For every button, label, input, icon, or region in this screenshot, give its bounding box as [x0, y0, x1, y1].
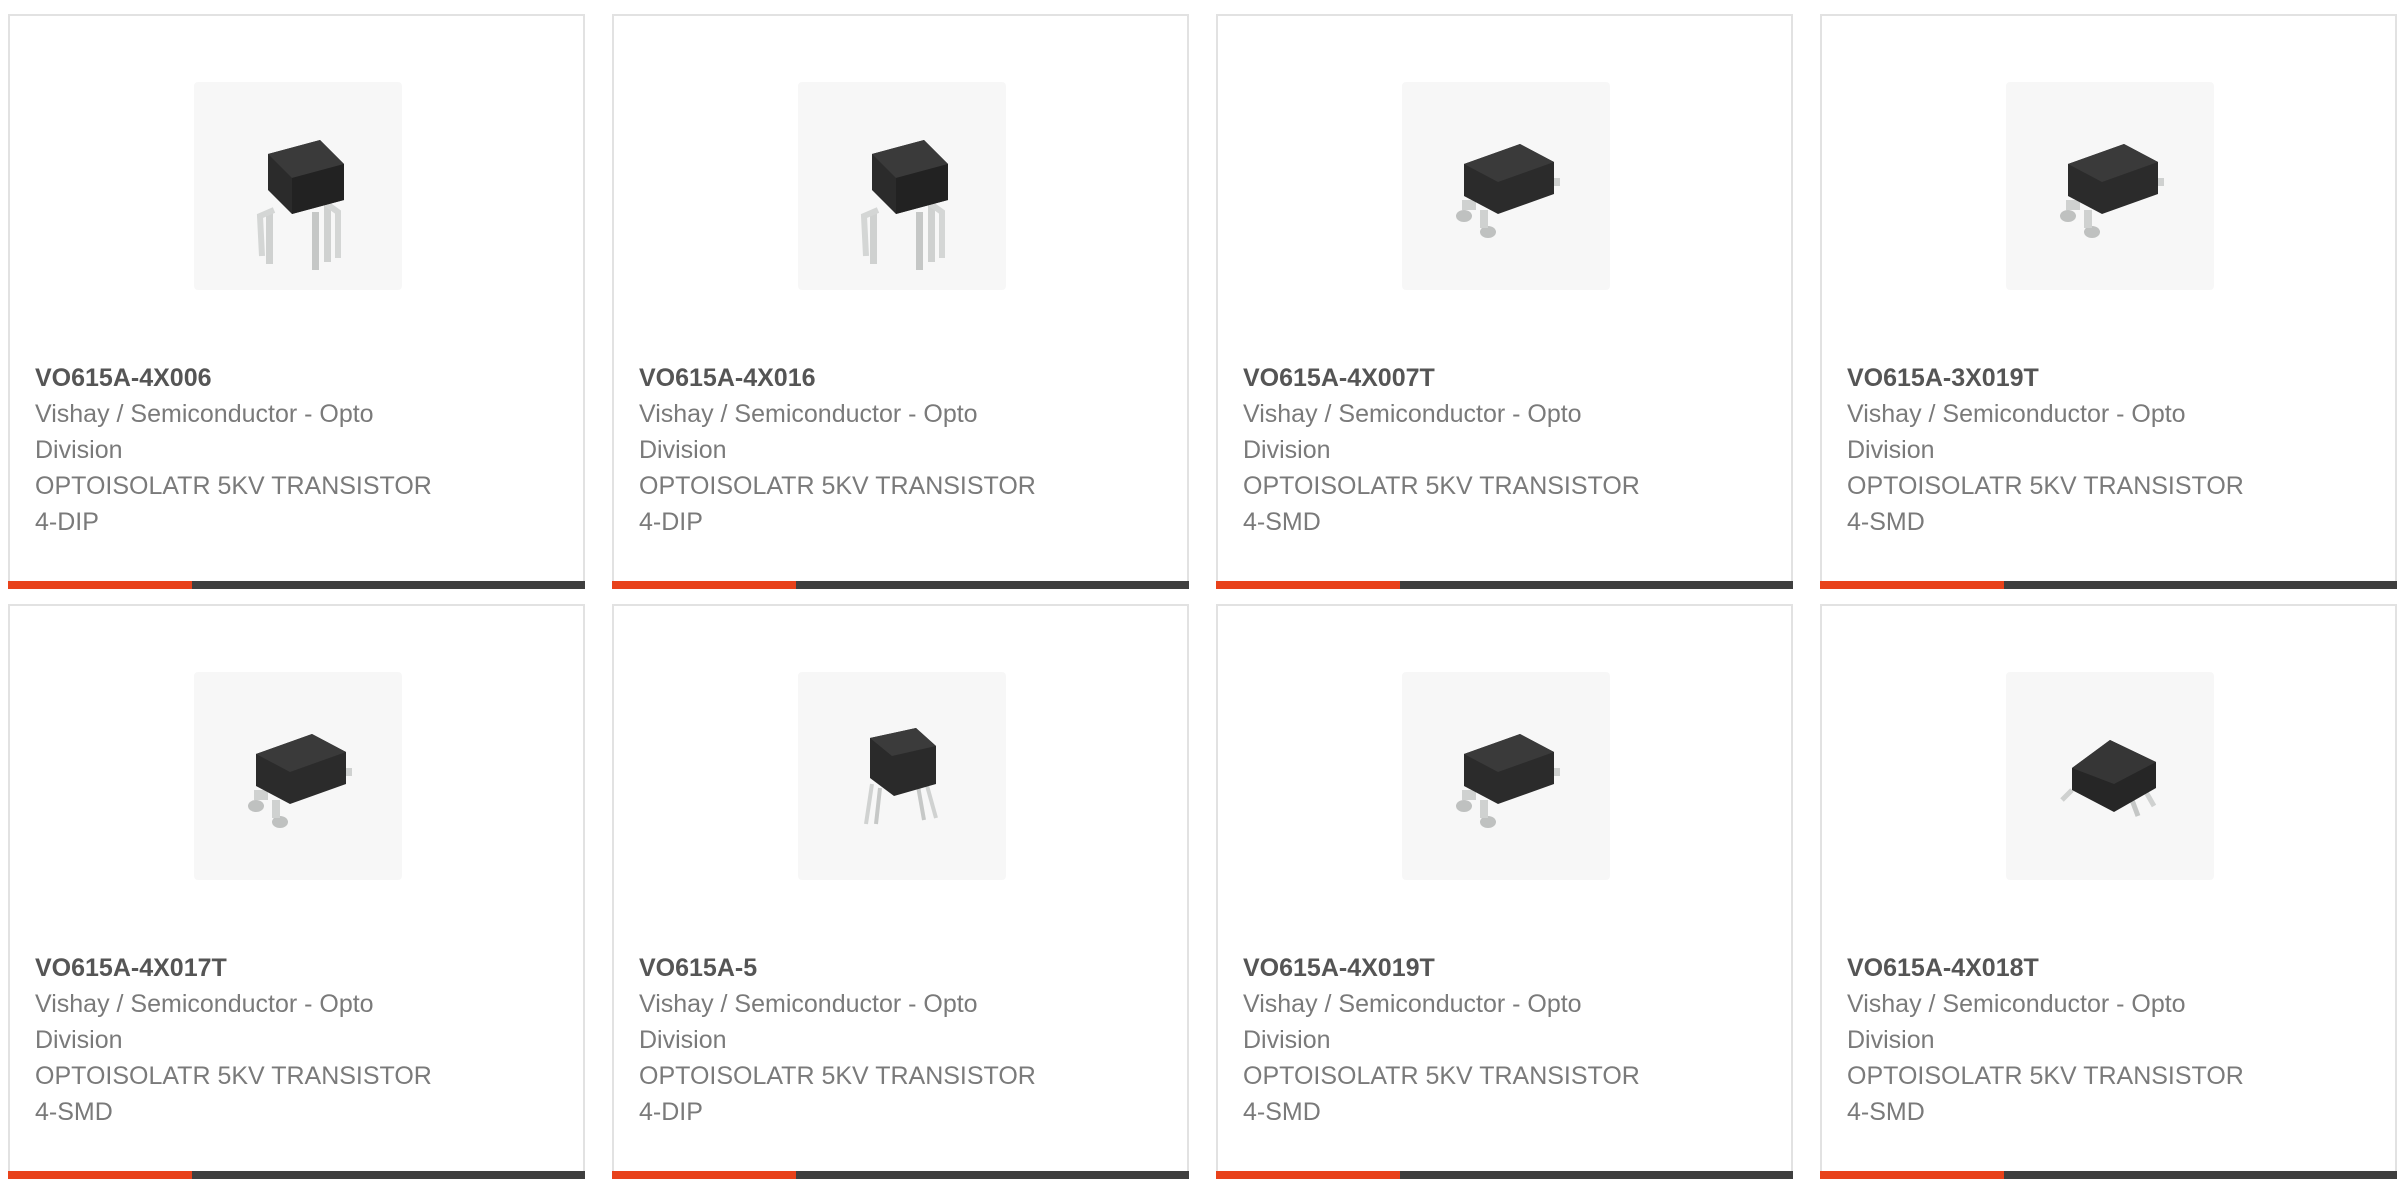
description: OPTOISOLATR 5KV TRANSISTOR 4-DIP [639, 1062, 1036, 1126]
description: OPTOISOLATR 5KV TRANSISTOR 4-SMD [1847, 472, 2244, 536]
product-text: VO615A-4X007T Vishay / Semiconductor - O… [1243, 360, 1663, 540]
card-footer-bar [1820, 1171, 2397, 1179]
product-image[interactable] [2006, 82, 2214, 290]
description: OPTOISOLATR 5KV TRANSISTOR 4-DIP [35, 472, 432, 536]
smd-optocoupler-icon [2060, 144, 2164, 238]
product-image[interactable] [2006, 672, 2214, 880]
card-accent-bar [1216, 1171, 1400, 1179]
manufacturer: Vishay / Semiconductor - Opto Division [639, 400, 978, 464]
smd-optocoupler-icon [1456, 734, 1560, 828]
part-number-link[interactable]: VO615A-4X019T [1243, 950, 1663, 986]
manufacturer: Vishay / Semiconductor - Opto Division [1847, 990, 2186, 1054]
card-footer-bar [8, 581, 585, 589]
card-accent-bar [8, 581, 192, 589]
dip-optocoupler-icon [256, 140, 344, 270]
description: OPTOISOLATR 5KV TRANSISTOR 4-SMD [35, 1062, 432, 1126]
product-card[interactable]: VO615A-4X017T Vishay / Semiconductor - O… [8, 604, 585, 1179]
description: OPTOISOLATR 5KV TRANSISTOR 4-SMD [1243, 472, 1640, 536]
product-text: VO615A-5 Vishay / Semiconductor - Opto D… [639, 950, 1059, 1130]
product-text: VO615A-4X016 Vishay / Semiconductor - Op… [639, 360, 1059, 540]
card-footer-bar [612, 1171, 1189, 1179]
part-number-link[interactable]: VO615A-4X017T [35, 950, 455, 986]
product-image[interactable] [1402, 672, 1610, 880]
part-number-link[interactable]: VO615A-4X007T [1243, 360, 1663, 396]
product-card[interactable]: VO615A-5 Vishay / Semiconductor - Opto D… [612, 604, 1189, 1179]
product-image[interactable] [798, 672, 1006, 880]
product-card[interactable]: VO615A-4X019T Vishay / Semiconductor - O… [1216, 604, 1793, 1179]
product-card[interactable]: VO615A-3X019T Vishay / Semiconductor - O… [1820, 14, 2397, 589]
product-text: VO615A-4X006 Vishay / Semiconductor - Op… [35, 360, 455, 540]
product-image[interactable] [194, 82, 402, 290]
smd-optocoupler-icon [248, 734, 352, 828]
description: OPTOISOLATR 5KV TRANSISTOR 4-SMD [1243, 1062, 1640, 1126]
product-text: VO615A-4X018T Vishay / Semiconductor - O… [1847, 950, 2267, 1130]
manufacturer: Vishay / Semiconductor - Opto Division [639, 990, 978, 1054]
card-footer-bar [612, 581, 1189, 589]
product-text: VO615A-4X019T Vishay / Semiconductor - O… [1243, 950, 1663, 1130]
card-accent-bar [1820, 1171, 2004, 1179]
manufacturer: Vishay / Semiconductor - Opto Division [1243, 990, 1582, 1054]
part-number-link[interactable]: VO615A-4X006 [35, 360, 455, 396]
product-card[interactable]: VO615A-4X007T Vishay / Semiconductor - O… [1216, 14, 1793, 589]
small-dip-optocoupler-icon [864, 728, 938, 825]
smd-optocoupler-icon [2060, 740, 2157, 817]
manufacturer: Vishay / Semiconductor - Opto Division [1243, 400, 1582, 464]
card-accent-bar [1820, 581, 2004, 589]
card-footer-bar [1820, 581, 2397, 589]
manufacturer: Vishay / Semiconductor - Opto Division [35, 400, 374, 464]
card-accent-bar [612, 581, 796, 589]
product-image[interactable] [1402, 82, 1610, 290]
description: OPTOISOLATR 5KV TRANSISTOR 4-SMD [1847, 1062, 2244, 1126]
part-number-link[interactable]: VO615A-4X018T [1847, 950, 2267, 986]
product-card[interactable]: VO615A-4X018T Vishay / Semiconductor - O… [1820, 604, 2397, 1179]
card-accent-bar [612, 1171, 796, 1179]
manufacturer: Vishay / Semiconductor - Opto Division [35, 990, 374, 1054]
part-number-link[interactable]: VO615A-4X016 [639, 360, 1059, 396]
product-text: VO615A-3X019T Vishay / Semiconductor - O… [1847, 360, 2267, 540]
card-footer-bar [1216, 581, 1793, 589]
smd-optocoupler-icon [1456, 144, 1560, 238]
product-card[interactable]: VO615A-4X016 Vishay / Semiconductor - Op… [612, 14, 1189, 589]
dip-optocoupler-icon [860, 140, 948, 270]
part-number-link[interactable]: VO615A-3X019T [1847, 360, 2267, 396]
card-accent-bar [1216, 581, 1400, 589]
product-image[interactable] [194, 672, 402, 880]
part-number-link[interactable]: VO615A-5 [639, 950, 1059, 986]
card-accent-bar [8, 1171, 192, 1179]
product-card[interactable]: VO615A-4X006 Vishay / Semiconductor - Op… [8, 14, 585, 589]
manufacturer: Vishay / Semiconductor - Opto Division [1847, 400, 2186, 464]
card-footer-bar [8, 1171, 585, 1179]
product-image[interactable] [798, 82, 1006, 290]
description: OPTOISOLATR 5KV TRANSISTOR 4-DIP [639, 472, 1036, 536]
card-footer-bar [1216, 1171, 1793, 1179]
product-text: VO615A-4X017T Vishay / Semiconductor - O… [35, 950, 455, 1130]
product-grid: VO615A-4X006 Vishay / Semiconductor - Op… [8, 14, 2400, 1179]
